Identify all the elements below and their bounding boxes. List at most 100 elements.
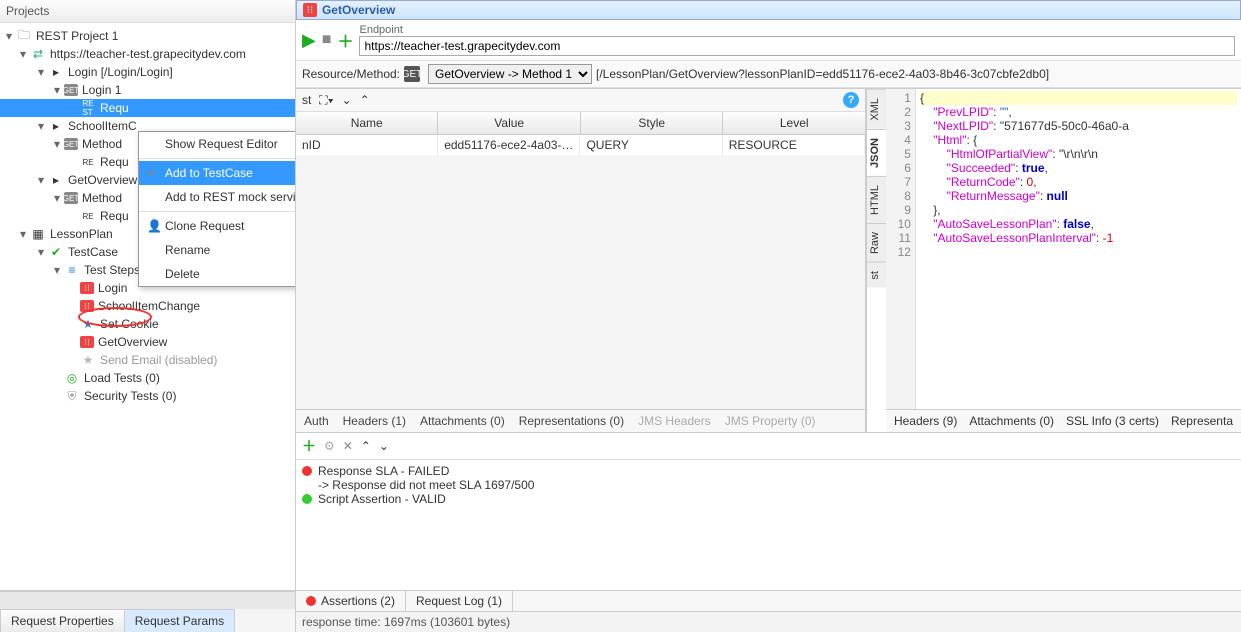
response-sub-tabs: Headers (9) Attachments (0) SSL Info (3 …: [886, 409, 1241, 432]
steps-icon: ≡: [64, 262, 80, 278]
response-panel: XML JSON HTML Raw st 123456789101112 { "…: [866, 89, 1241, 432]
ctx-rename[interactable]: RenameF2: [139, 238, 295, 262]
caret-icon[interactable]: ▾: [54, 263, 64, 277]
resource-method-select[interactable]: GetOverview -> Method 1: [428, 64, 592, 84]
tab-attachments[interactable]: Attachments (0): [420, 414, 505, 428]
tab-auth[interactable]: Auth: [304, 414, 329, 428]
request-icon: RE: [80, 208, 96, 224]
tree-service[interactable]: ▾⇄https://teacher-test.grapecitydev.com: [0, 45, 295, 63]
tab-request-params[interactable]: Request Params: [124, 609, 235, 632]
stop-button[interactable]: ■: [322, 31, 332, 49]
endpoint-input[interactable]: [359, 36, 1235, 56]
sort-icon[interactable]: st: [302, 93, 311, 107]
tree-securitytests[interactable]: ⛨Security Tests (0): [0, 387, 295, 405]
star-icon: ★: [80, 316, 96, 332]
status-pass-icon: [302, 494, 312, 504]
run-toolbar: ▶ ■ ＋ Endpoint: [296, 20, 1241, 61]
caret-icon[interactable]: ▾: [20, 227, 30, 241]
caret-icon[interactable]: ▾: [38, 173, 48, 187]
tab-assertions[interactable]: Assertions (2): [296, 591, 406, 611]
resource-method-label: Resource/Method:: [302, 67, 400, 81]
ctx-clone[interactable]: 👤Clone RequestF9: [139, 214, 295, 238]
separator: [139, 158, 295, 159]
vtab-raw[interactable]: Raw: [867, 223, 886, 262]
response-view-tabs: XML JSON HTML Raw st: [866, 89, 886, 432]
tree-login-resource[interactable]: ▾▸Login [/Login/Login]: [0, 63, 295, 81]
tab-resp-reps[interactable]: Representa: [1171, 414, 1233, 428]
assertion-passed[interactable]: Script Assertion - VALID: [302, 492, 1235, 506]
project-tree: ▾🗀REST Project 1 ▾⇄https://teacher-test.…: [0, 23, 295, 590]
assertion-detail: -> Response did not meet SLA 1697/500: [302, 478, 1235, 492]
caret-icon[interactable]: ▾: [6, 29, 16, 43]
tab-headers[interactable]: Headers (1): [343, 414, 406, 428]
chevron-up-icon[interactable]: ⌃: [361, 439, 371, 453]
tree-step-email[interactable]: ★Send Email (disabled): [0, 351, 295, 369]
status-bar: response time: 1697ms (103601 bytes): [296, 611, 1241, 632]
caret-icon[interactable]: ▾: [20, 47, 30, 61]
tree-login1[interactable]: ▾GETLogin 1: [0, 81, 295, 99]
resource-icon: ▸: [48, 118, 64, 134]
tab-resp-headers[interactable]: Headers (9): [894, 414, 957, 428]
status-fail-icon: [302, 466, 312, 476]
gear-icon[interactable]: ⚙: [324, 439, 335, 453]
tree-step-school[interactable]: ⁝⁝SchoolItemChange: [0, 297, 295, 315]
tab-jms-headers[interactable]: JMS Headers: [638, 414, 711, 428]
json-viewer[interactable]: 123456789101112 { "PrevLPID": "", "NextL…: [886, 89, 1241, 409]
help-icon[interactable]: ?: [843, 92, 859, 108]
tab-resp-attachments[interactable]: Attachments (0): [969, 414, 1054, 428]
scrollbar[interactable]: [0, 591, 295, 609]
switch-icon[interactable]: ⛶▾: [319, 93, 333, 108]
chevron-up-icon[interactable]: ⌃: [360, 93, 370, 107]
resource-method-row: Resource/Method: GET GetOverview -> Meth…: [296, 61, 1241, 88]
check-icon: ✔: [147, 166, 165, 180]
tree-step-cookie[interactable]: ★Set Cookie: [0, 315, 295, 333]
chevron-down-icon[interactable]: ⌄: [379, 439, 389, 453]
remove-assertion-button[interactable]: ✕: [343, 439, 353, 453]
add-button[interactable]: ＋: [337, 28, 353, 52]
assertion-failed[interactable]: Response SLA - FAILED: [302, 464, 1235, 478]
add-assertion-button[interactable]: ＋: [302, 436, 316, 456]
vtab-test[interactable]: st: [867, 262, 886, 288]
vtab-xml[interactable]: XML: [867, 89, 886, 129]
col-value[interactable]: Value: [438, 112, 581, 134]
col-level[interactable]: Level: [723, 112, 865, 134]
tree-project[interactable]: ▾🗀REST Project 1: [0, 27, 295, 45]
col-style[interactable]: Style: [581, 112, 724, 134]
run-button[interactable]: ▶: [302, 30, 316, 51]
tab-request-properties[interactable]: Request Properties: [0, 609, 125, 632]
editor-tab[interactable]: ⁝⁝ GetOverview: [296, 0, 1241, 20]
assertions-list: Response SLA - FAILED -> Response did no…: [296, 460, 1241, 590]
caret-icon[interactable]: ▾: [38, 119, 48, 133]
ctx-add-to-testcase[interactable]: ✔Add to TestCaseCtrl+Alt-A: [139, 161, 295, 185]
param-row[interactable]: nID edd51176-ece2-4a03-8... QUERY RESOUR…: [296, 135, 865, 155]
rest-step-icon: ⁝⁝: [80, 300, 94, 312]
request-icon: RE: [80, 154, 96, 170]
ctx-add-to-mock[interactable]: Add to REST mock serviceCtrl+Alt-M: [139, 185, 295, 209]
tree-login1-request[interactable]: RESTRequ: [0, 99, 295, 117]
caret-icon[interactable]: ▾: [38, 245, 48, 259]
tab-request-log[interactable]: Request Log (1): [406, 591, 513, 611]
col-name[interactable]: Name: [296, 112, 439, 134]
method-icon: GET: [64, 84, 78, 96]
resource-path: [/LessonPlan/GetOverview?lessonPlanID=ed…: [596, 67, 1049, 81]
editor-area: ⁝⁝ GetOverview ▶ ■ ＋ Endpoint Resource/M…: [296, 0, 1241, 632]
caret-icon[interactable]: ▾: [38, 65, 48, 79]
tab-resp-ssl[interactable]: SSL Info (3 certs): [1066, 414, 1159, 428]
vtab-html[interactable]: HTML: [867, 176, 886, 223]
ctx-delete[interactable]: DeleteDelete: [139, 262, 295, 286]
tree-loadtests[interactable]: ◎Load Tests (0): [0, 369, 295, 387]
api-icon: ⇄: [30, 46, 46, 62]
suite-icon: ▦: [30, 226, 46, 242]
request-sub-tabs: Auth Headers (1) Attachments (0) Represe…: [296, 409, 865, 432]
vtab-json[interactable]: JSON: [867, 129, 886, 176]
chevron-down-icon[interactable]: ⌄: [342, 93, 352, 107]
tree-step-getoverview[interactable]: ⁝⁝GetOverview: [0, 333, 295, 351]
tab-representations[interactable]: Representations (0): [519, 414, 624, 428]
request-icon: REST: [80, 100, 96, 116]
shield-icon: ⛨: [64, 388, 80, 404]
ctx-show-request-editor[interactable]: Show Request EditorEnter: [139, 132, 295, 156]
folder-icon: 🗀: [16, 28, 32, 44]
params-toolbar: st ⛶▾ ⌄ ⌃ ?: [296, 89, 865, 112]
tab-jms-property[interactable]: JMS Property (0): [725, 414, 816, 428]
line-gutter: 123456789101112: [886, 89, 916, 409]
